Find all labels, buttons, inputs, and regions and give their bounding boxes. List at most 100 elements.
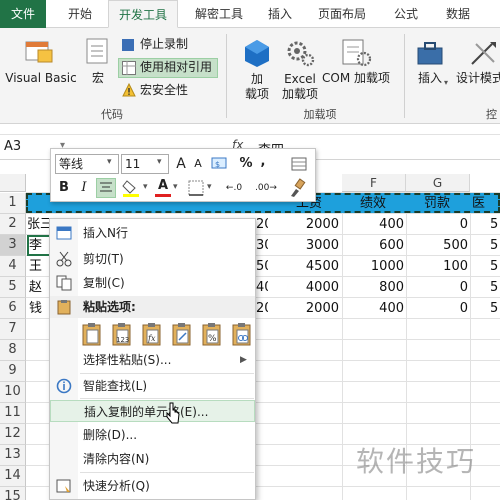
addins-button[interactable]: 加 载项: [238, 72, 276, 102]
cell-a6[interactable]: 钱: [29, 298, 51, 319]
tab-decrypt-tools[interactable]: 解密工具: [186, 0, 252, 28]
cell-f6[interactable]: 400: [342, 298, 406, 319]
number-format-icon[interactable]: $: [211, 155, 233, 173]
row-header[interactable]: 5: [0, 277, 26, 298]
row-header[interactable]: 12: [0, 424, 26, 445]
cell-h3[interactable]: 5: [472, 235, 500, 256]
menu-item-insert-n-rows[interactable]: 插入N行: [50, 222, 255, 244]
insert-control-button[interactable]: 插入: [418, 71, 442, 86]
tab-home[interactable]: 开始: [58, 0, 102, 28]
chevron-down-icon[interactable]: ▾: [143, 182, 148, 192]
bold-button[interactable]: B: [55, 178, 73, 198]
cell-d5[interactable]: 400: [256, 277, 268, 298]
align-center-button[interactable]: [96, 178, 116, 198]
cell-h6[interactable]: 5: [472, 298, 500, 319]
com-addins-button[interactable]: COM 加载项: [322, 71, 390, 86]
cell-g6[interactable]: 0: [406, 298, 470, 319]
cell-h4[interactable]: 5: [472, 256, 500, 277]
cell-f1[interactable]: 绩效: [342, 193, 406, 214]
cell-f2[interactable]: 400: [342, 214, 406, 235]
tab-page-layout[interactable]: 页面布局: [308, 0, 376, 28]
chevron-down-icon[interactable]: ▾: [207, 182, 212, 192]
row-header[interactable]: 15: [0, 487, 26, 500]
paste-values-icon[interactable]: 123: [110, 321, 134, 347]
grow-font-button[interactable]: A: [173, 154, 189, 174]
row-header[interactable]: 3: [0, 235, 26, 256]
tab-file[interactable]: 文件: [0, 0, 46, 28]
cell-e2[interactable]: 2000: [279, 214, 341, 235]
tab-insert[interactable]: 插入: [260, 0, 300, 28]
menu-item-delete[interactable]: 删除(D)...: [50, 424, 255, 446]
menu-item-copy[interactable]: 复制(C): [50, 272, 255, 294]
cell-d6[interactable]: 200: [256, 298, 268, 319]
cell-g1[interactable]: 罚款: [406, 193, 470, 214]
row-header[interactable]: 11: [0, 403, 26, 424]
menu-item-quick-analysis[interactable]: 快速分析(Q): [50, 475, 255, 497]
tab-data[interactable]: 数据: [436, 0, 480, 28]
row-header[interactable]: 9: [0, 361, 26, 382]
row-header[interactable]: 7: [0, 319, 26, 340]
tab-developer[interactable]: 开发工具: [108, 0, 178, 28]
cell-e4[interactable]: 4500: [279, 256, 341, 277]
menu-item-smart-lookup[interactable]: 智能查找(L): [50, 375, 255, 397]
cell-g2[interactable]: 0: [406, 214, 470, 235]
tab-formulas[interactable]: 公式: [384, 0, 428, 28]
shrink-font-button[interactable]: A: [191, 154, 205, 174]
paste-formatting-icon[interactable]: %: [200, 321, 224, 347]
excel-addins-button[interactable]: Excel 加载项: [278, 72, 322, 102]
cell-h5[interactable]: 5: [472, 277, 500, 298]
chevron-down-icon[interactable]: ▾: [173, 182, 178, 192]
row-header[interactable]: 1: [0, 193, 26, 214]
comma-style-button[interactable]: ,: [256, 152, 270, 172]
increase-decimal-button[interactable]: ←.0: [219, 178, 249, 198]
cell-e3[interactable]: 3000: [279, 235, 341, 256]
cell-a5[interactable]: 赵: [29, 277, 51, 298]
cell-g3[interactable]: 500: [406, 235, 470, 256]
italic-button[interactable]: I: [75, 178, 93, 198]
cell-h1[interactable]: 医: [472, 193, 500, 214]
cell-f5[interactable]: 800: [342, 277, 406, 298]
cell-g5[interactable]: 0: [406, 277, 470, 298]
decrease-decimal-button[interactable]: .00→: [251, 178, 281, 198]
column-header-g[interactable]: G: [406, 174, 470, 192]
format-painter-icon[interactable]: [289, 154, 309, 174]
cell-g4[interactable]: 100: [406, 256, 470, 277]
design-mode-button[interactable]: 设计模式: [456, 71, 500, 86]
macro-security-button[interactable]: 宏安全性: [140, 83, 188, 98]
row-header[interactable]: 13: [0, 445, 26, 466]
paste-formulas-icon[interactable]: fx: [140, 321, 164, 347]
cell-f4[interactable]: 1000: [342, 256, 406, 277]
chevron-down-icon[interactable]: ▾: [157, 157, 162, 167]
paste-transpose-icon[interactable]: [170, 321, 194, 347]
row-header[interactable]: 14: [0, 466, 26, 487]
cell-d3[interactable]: 300: [256, 235, 268, 256]
percent-style-button[interactable]: %: [238, 154, 254, 174]
stop-recording-button[interactable]: 停止录制: [140, 37, 188, 52]
row-header[interactable]: 6: [0, 298, 26, 319]
cell-e6[interactable]: 2000: [279, 298, 341, 319]
row-header[interactable]: 8: [0, 340, 26, 361]
name-box[interactable]: A3: [4, 139, 21, 154]
menu-item-cut[interactable]: 剪切(T): [50, 248, 255, 270]
menu-item-insert-copied-cells[interactable]: 插入复制的单元格(E)...: [50, 400, 255, 422]
chevron-down-icon[interactable]: ▾: [107, 157, 112, 167]
cell-d2[interactable]: 200: [256, 214, 268, 235]
column-header-f[interactable]: F: [342, 174, 406, 192]
paste-link-icon[interactable]: [230, 321, 254, 347]
cell-h2[interactable]: 5: [472, 214, 500, 235]
row-header[interactable]: 2: [0, 214, 26, 235]
borders-icon[interactable]: [187, 179, 205, 197]
visual-basic-button[interactable]: Visual Basic: [4, 71, 78, 86]
cell-a4[interactable]: 王: [29, 256, 51, 277]
menu-item-clear-contents[interactable]: 清除内容(N): [50, 448, 255, 470]
cell-a2[interactable]: 张三: [27, 214, 51, 235]
paste-icon[interactable]: [80, 321, 104, 347]
fill-color-icon[interactable]: [121, 178, 143, 198]
font-color-button[interactable]: A: [155, 176, 171, 196]
paintbrush-icon[interactable]: [287, 178, 307, 198]
cell-d4[interactable]: 500: [256, 256, 268, 277]
cell-f3[interactable]: 600: [342, 235, 406, 256]
cell-a3[interactable]: 李: [29, 235, 51, 256]
menu-item-paste-special[interactable]: 选择性粘贴(S)... ▶: [50, 349, 255, 371]
row-header[interactable]: 10: [0, 382, 26, 403]
